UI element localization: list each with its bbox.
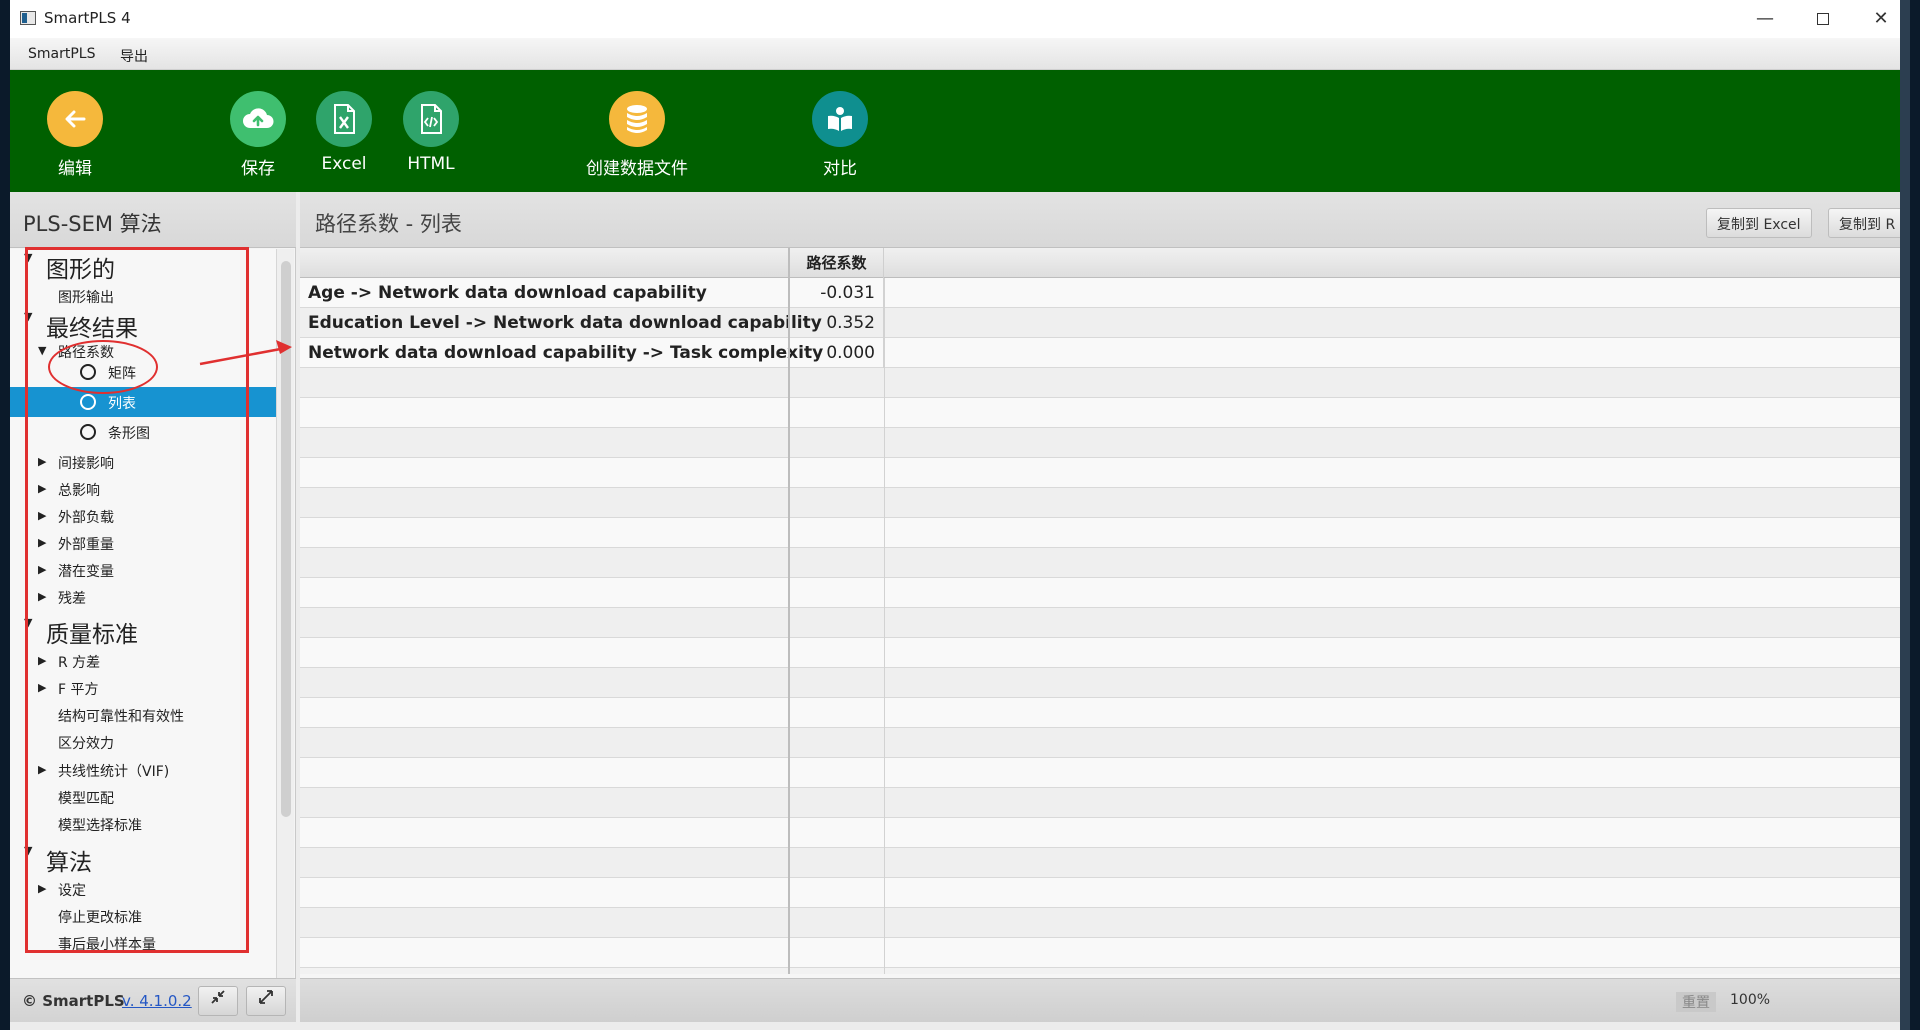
tree-scrollbar[interactable] [276,249,294,979]
compare-label: 对比 [823,159,857,179]
left-panel-title: PLS-SEM 算法 [23,212,162,236]
path-name-cell[interactable]: Age -> Network data download capability [300,278,788,308]
empty-table-row[interactable] [300,848,1910,878]
edit-button[interactable]: 编辑 [15,70,135,179]
empty-table-row[interactable] [300,368,1910,398]
empty-table-row[interactable] [300,458,1910,488]
empty-table-row[interactable] [300,908,1910,938]
copy-to-r-button[interactable]: 复制到 R [1828,208,1907,238]
minimize-button[interactable]: — [1736,0,1794,38]
edit-label: 编辑 [58,159,92,179]
empty-table-row[interactable] [300,638,1910,668]
empty-table-row[interactable] [300,608,1910,638]
coefficient-value-cell[interactable]: 0.000 [788,338,884,368]
empty-table-row[interactable] [300,938,1910,968]
create-data-file-label: 创建数据文件 [586,159,688,179]
left-panel-header: PLS-SEM 算法 [10,192,296,248]
expand-icon [259,990,273,1004]
table-row[interactable]: Network data download capability -> Task… [300,338,1910,368]
excel-file-icon [316,91,372,147]
results-content-panel: 路径系数 - 列表 复制到 Excel 复制到 R 路径系数 Age -> Ne… [300,192,1910,1022]
copy-to-excel-button[interactable]: 复制到 Excel [1706,208,1812,238]
right-panel-header: 路径系数 - 列表 复制到 Excel 复制到 R [300,192,1910,248]
empty-table-row[interactable] [300,878,1910,908]
table-row[interactable]: Age -> Network data download capability -… [300,278,1910,308]
empty-table-row[interactable] [300,728,1910,758]
empty-table-row[interactable] [300,488,1910,518]
column-divider [788,278,790,974]
app-icon [20,11,36,25]
collapse-all-button[interactable] [198,986,238,1016]
zoom-level: 100% [1730,992,1771,1008]
coefficient-value-cell[interactable]: 0.352 [788,308,884,338]
html-button[interactable]: HTML [371,70,491,174]
maximize-icon [1817,13,1829,25]
page-title: 路径系数 - 列表 [315,212,462,236]
empty-table-row[interactable] [300,788,1910,818]
cloud-upload-icon [230,91,286,147]
toolbar: 编辑 保存 Excel HTML 创建数据文件 对比 [10,70,1910,192]
window-title: SmartPLS 4 [44,9,131,27]
table-row[interactable]: Education Level -> Network data download… [300,308,1910,338]
path-name-cell[interactable]: Network data download capability -> Task… [300,338,823,368]
table-header: 路径系数 [300,248,1910,278]
create-data-file-button[interactable]: 创建数据文件 [577,70,697,179]
path-name-cell[interactable]: Education Level -> Network data download… [300,308,822,338]
html-file-icon [403,91,459,147]
maximize-button[interactable] [1794,0,1852,38]
coefficient-value-cell[interactable]: -0.031 [788,278,884,308]
version-link[interactable]: v. 4.1.0.2 [122,992,192,1010]
copyright-text: © SmartPLS [22,992,125,1010]
empty-table-row[interactable] [300,758,1910,788]
compare-button[interactable]: 对比 [780,70,900,179]
scrollbar-thumb[interactable] [281,261,291,817]
menu-bar: SmartPLS 导出 [10,38,1910,70]
empty-table-row[interactable] [300,818,1910,848]
empty-table-row[interactable] [300,548,1910,578]
menu-smartpls[interactable]: SmartPLS [28,46,95,62]
expand-all-button[interactable] [246,986,286,1016]
html-label: HTML [407,154,455,174]
empty-table-row[interactable] [300,428,1910,458]
empty-table-row[interactable] [300,578,1910,608]
status-bar: 重置 100% [300,978,1910,1022]
empty-table-row[interactable] [300,698,1910,728]
title-bar: SmartPLS 4 — ✕ [10,0,1910,38]
path-coefficients-table: 路径系数 Age -> Network data download capabi… [300,248,1910,974]
back-arrow-icon [47,91,103,147]
left-panel-footer: © SmartPLS v. 4.1.0.2 [10,978,296,1022]
desktop-background [1900,0,1910,1030]
database-icon [609,91,665,147]
annotation-circle [48,340,158,394]
empty-table-row[interactable] [300,398,1910,428]
column-divider [884,278,885,974]
empty-table-row[interactable] [300,518,1910,548]
menu-export[interactable]: 导出 [120,46,148,66]
column-header-path-coefficient[interactable]: 路径系数 [788,248,884,278]
reset-zoom-button[interactable]: 重置 [1676,992,1716,1012]
compare-book-icon [812,91,868,147]
empty-table-row[interactable] [300,668,1910,698]
collapse-icon [211,990,225,1004]
smartpls-window: SmartPLS 4 — ✕ SmartPLS 导出 编辑 保存 Excel H… [10,0,1910,1030]
